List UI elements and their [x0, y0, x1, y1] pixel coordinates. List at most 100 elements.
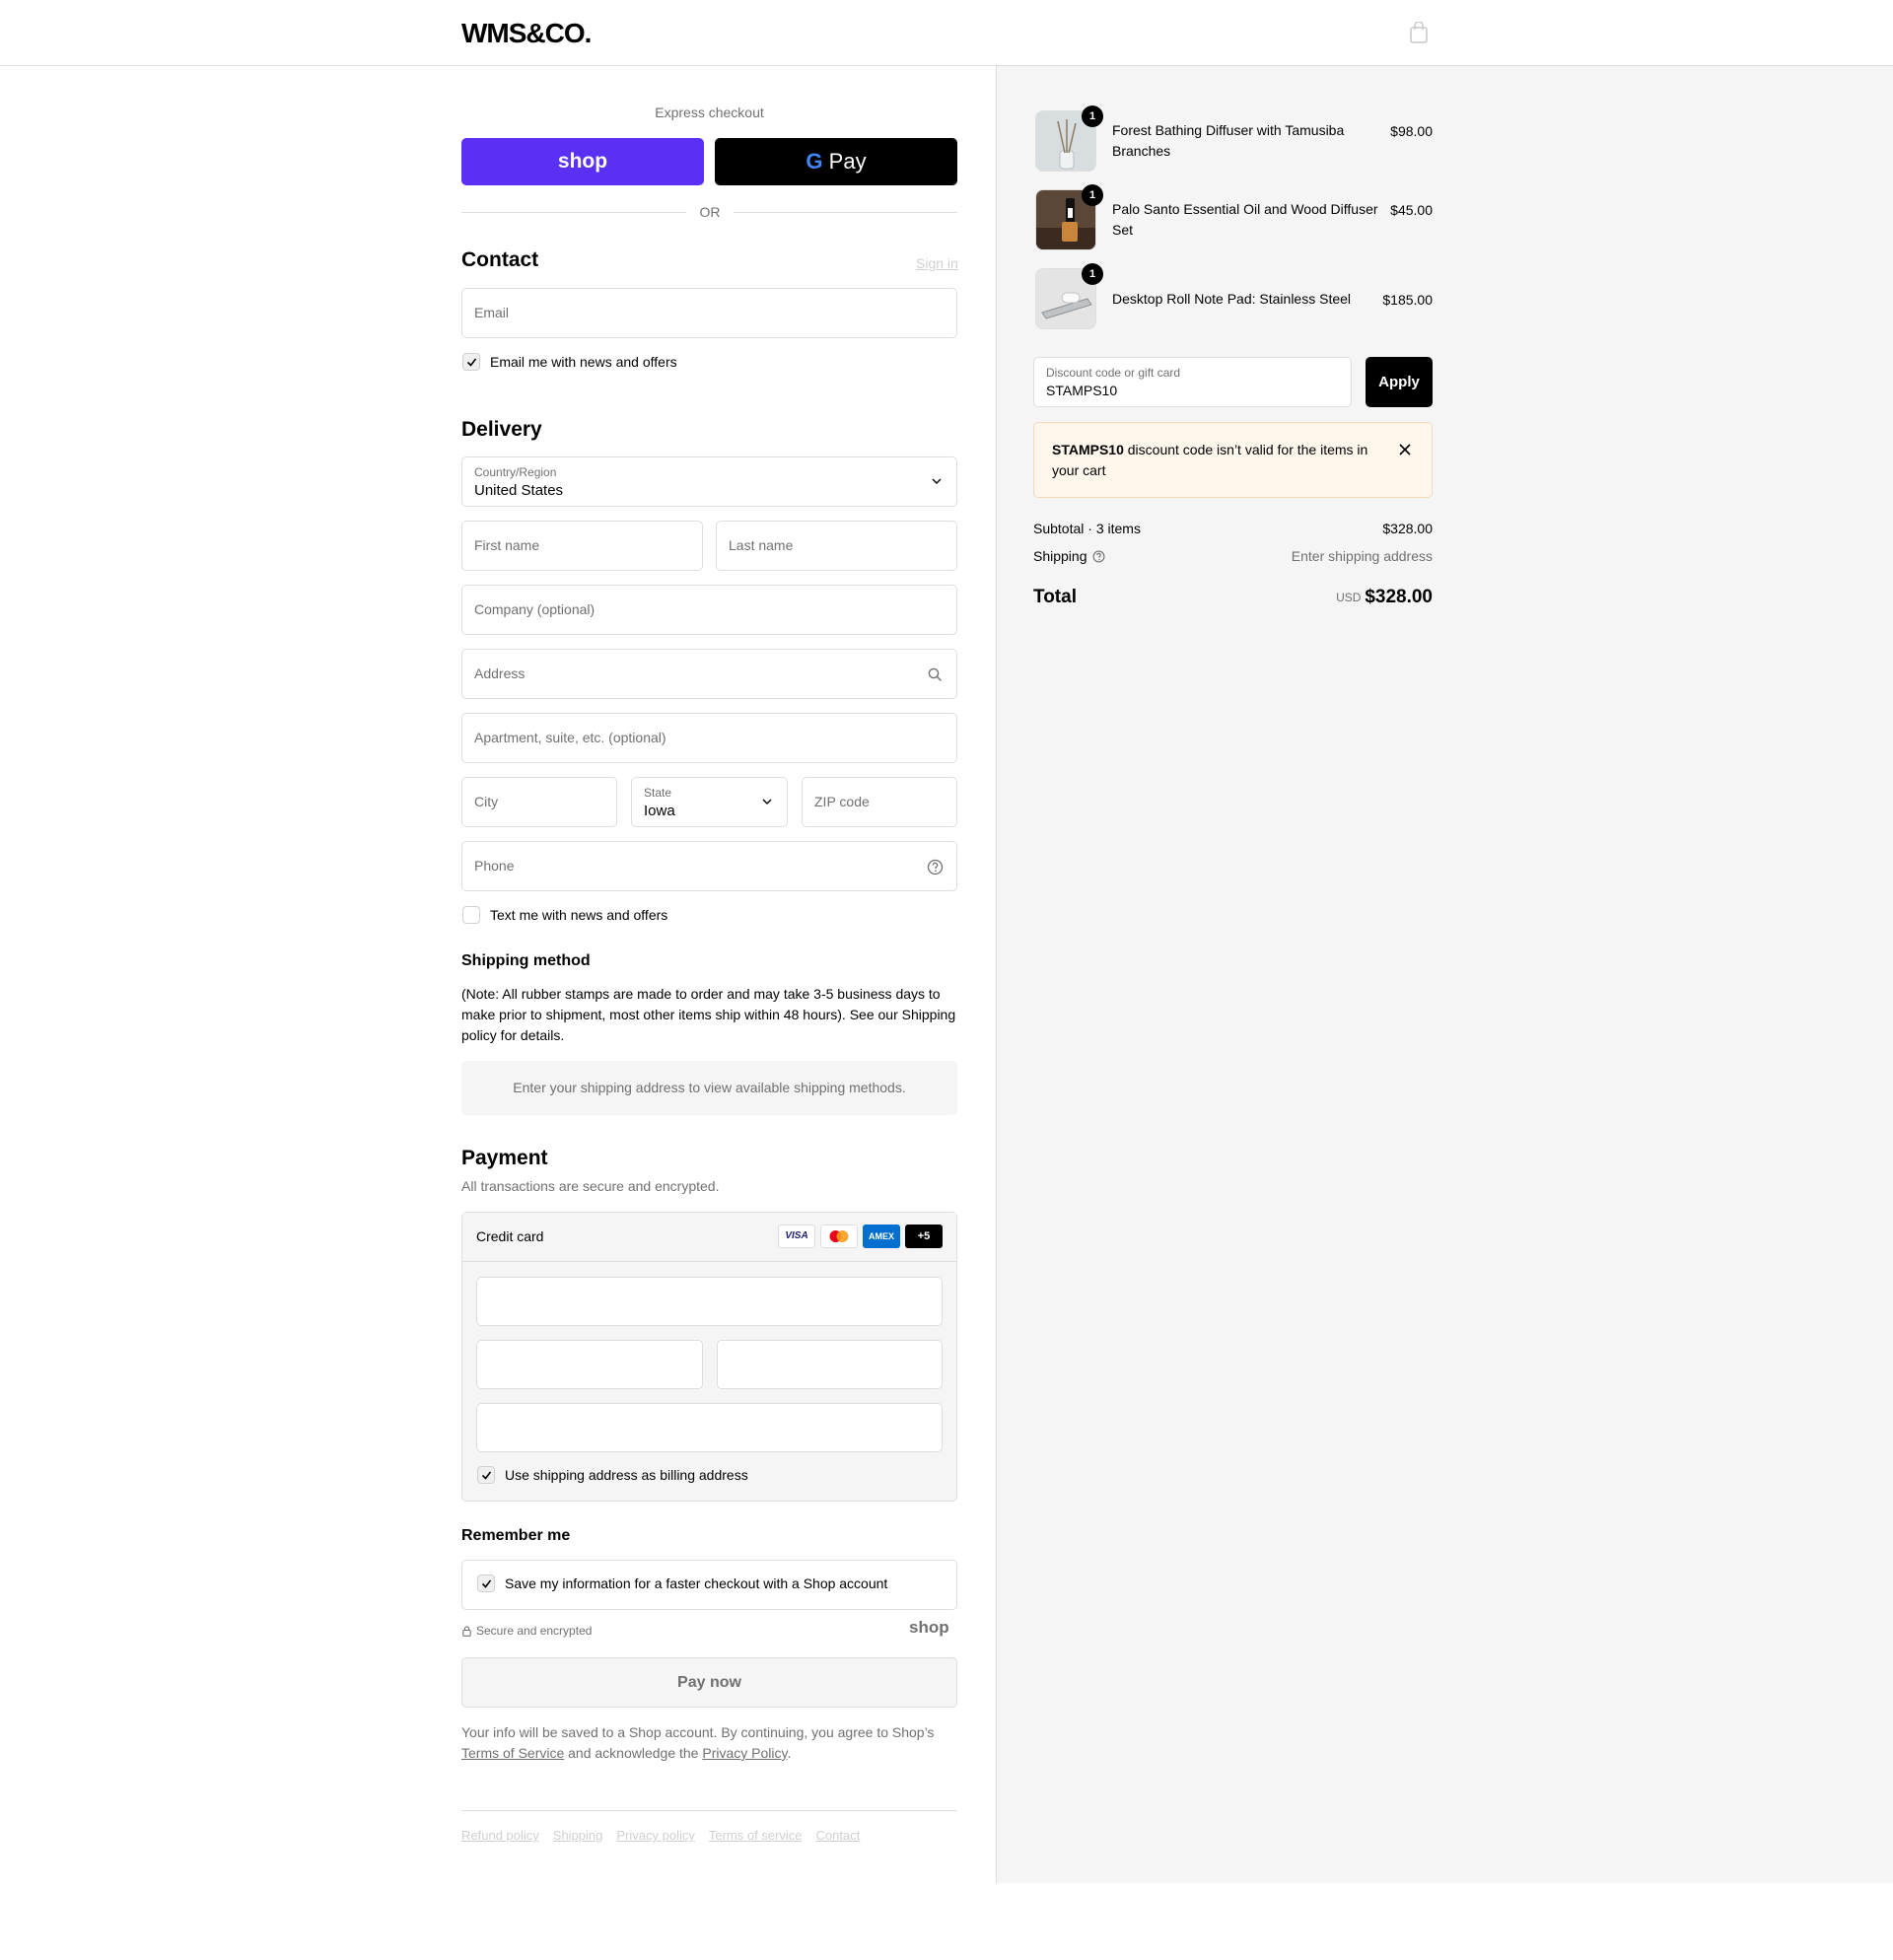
text-news-checkbox[interactable]	[462, 906, 480, 924]
zip-field[interactable]: ZIP code	[802, 777, 957, 827]
city-placeholder: City	[474, 794, 499, 809]
apply-button[interactable]: Apply	[1366, 357, 1433, 407]
email-news-label: Email me with news and offers	[490, 354, 677, 370]
google-pay-label: Pay	[828, 149, 867, 174]
cart-item-name-line: Branches	[1112, 143, 1171, 159]
credit-card-option[interactable]: Credit card VISA AMEX +5	[462, 1213, 956, 1262]
save-info-label: Save my information for a faster checkou…	[505, 1575, 888, 1591]
header: WMS&CO.	[0, 0, 1893, 66]
pay-now-button[interactable]: Pay now	[461, 1657, 957, 1708]
last-name-field[interactable]: Last name	[716, 521, 957, 571]
subtotal-label: Subtotal · 3 items	[1033, 521, 1141, 536]
legal-text-1: Your info will be saved to a Shop accoun…	[461, 1724, 935, 1740]
chevron-down-icon	[762, 799, 772, 805]
quantity-badge: 1	[1082, 105, 1103, 127]
google-pay-button[interactable]: G Pay	[715, 138, 957, 185]
city-field[interactable]: City	[461, 777, 617, 827]
discount-error-banner: STAMPS10 discount code isn’t valid for t…	[1033, 422, 1433, 498]
card-expiry-field[interactable]	[476, 1340, 703, 1389]
shipping-policy-link[interactable]: Shipping	[553, 1828, 603, 1843]
company-placeholder: Company (optional)	[474, 601, 596, 617]
shipping-value: Enter shipping address	[1291, 548, 1433, 564]
shipping-label: Shipping	[1033, 548, 1087, 564]
card-number-field[interactable]	[476, 1277, 943, 1326]
country-value: United States	[474, 482, 564, 499]
email-news-checkbox[interactable]	[462, 353, 480, 371]
country-label: Country/Region	[474, 465, 557, 479]
discount-code-value: STAMPS10	[1046, 383, 1118, 398]
credit-card-label: Credit card	[476, 1228, 544, 1244]
cart-item-name: Palo Santo Essential Oil and Wood Diffus…	[1112, 199, 1388, 241]
total-amount: USD $328.00	[1282, 587, 1433, 608]
cart-item-name-line: Set	[1112, 222, 1134, 238]
state-value: Iowa	[644, 803, 675, 819]
terms-of-service-footer-link[interactable]: Terms of service	[709, 1828, 803, 1843]
mastercard-icon	[820, 1225, 858, 1248]
legal-text-3: .	[787, 1745, 792, 1761]
google-g-icon: G	[806, 149, 823, 174]
sign-in-link[interactable]: Sign in	[916, 255, 958, 271]
error-code: STAMPS10	[1052, 442, 1124, 457]
privacy-policy-link[interactable]: Privacy Policy	[702, 1745, 787, 1761]
checkmark-icon	[481, 1579, 492, 1588]
close-icon[interactable]	[1398, 443, 1412, 456]
billing-address-label: Use shipping address as billing address	[505, 1467, 748, 1483]
footer-divider	[461, 1810, 957, 1811]
legal-text: Your info will be saved to a Shop accoun…	[461, 1722, 957, 1764]
cart-item-name-line: Desktop Roll Note Pad: Stainless Steel	[1112, 291, 1352, 307]
shopping-bag-icon[interactable]	[1410, 22, 1428, 43]
discount-error-message: STAMPS10 discount code isn’t valid for t…	[1052, 440, 1377, 481]
card-cvv-field[interactable]	[717, 1340, 943, 1389]
total-value: $328.00	[1365, 587, 1433, 607]
more-cards-badge: +5	[905, 1225, 943, 1248]
billing-address-checkbox[interactable]	[477, 1466, 495, 1484]
shipping-method-heading: Shipping method	[461, 952, 591, 969]
cart-item-name: Forest Bathing Diffuser with Tamusiba Br…	[1112, 120, 1349, 162]
first-name-placeholder: First name	[474, 537, 540, 553]
checkmark-icon	[481, 1471, 492, 1480]
address-placeholder: Address	[474, 665, 526, 681]
cart-item-name-line: Palo Santo Essential Oil and Wood Diffus…	[1112, 201, 1378, 217]
privacy-policy-footer-link[interactable]: Privacy policy	[616, 1828, 694, 1843]
apartment-placeholder: Apartment, suite, etc. (optional)	[474, 730, 666, 745]
state-select[interactable]: State Iowa	[631, 777, 788, 827]
discount-code-field[interactable]: Discount code or gift card STAMPS10	[1033, 357, 1352, 407]
email-field[interactable]: Email	[461, 288, 957, 338]
company-field[interactable]: Company (optional)	[461, 585, 957, 635]
first-name-field[interactable]: First name	[461, 521, 703, 571]
cart-item-name-line: Forest Bathing Diffuser with Tamusiba	[1112, 122, 1345, 138]
error-text-1: discount code isn’t valid for the items …	[1127, 442, 1368, 457]
help-circle-icon[interactable]	[1092, 550, 1105, 563]
order-summary-panel	[996, 66, 1893, 1883]
divider	[461, 212, 686, 213]
save-info-checkbox[interactable]	[477, 1575, 495, 1592]
subtotal-value: $328.00	[1382, 521, 1433, 536]
payment-heading: Payment	[461, 1147, 548, 1169]
or-separator: OR	[699, 204, 721, 220]
refund-policy-link[interactable]: Refund policy	[461, 1828, 539, 1843]
cart-item-price: $45.00	[1390, 202, 1433, 218]
cart-item-price: $185.00	[1382, 292, 1433, 308]
contact-link[interactable]: Contact	[816, 1828, 861, 1843]
express-checkout-label: Express checkout	[655, 105, 764, 120]
payment-subtitle: All transactions are secure and encrypte…	[461, 1178, 720, 1194]
terms-of-service-link[interactable]: Terms of Service	[461, 1745, 564, 1761]
country-select[interactable]: Country/Region United States	[461, 456, 957, 507]
card-name-field[interactable]	[476, 1403, 943, 1452]
zip-placeholder: ZIP code	[814, 794, 870, 809]
text-news-label: Text me with news and offers	[490, 907, 668, 923]
currency-code: USD	[1336, 591, 1362, 604]
cart-item-name: Desktop Roll Note Pad: Stainless Steel	[1112, 289, 1368, 310]
phone-field[interactable]: Phone	[461, 841, 957, 891]
error-text-2: your cart	[1052, 462, 1106, 478]
apartment-field[interactable]: Apartment, suite, etc. (optional)	[461, 713, 957, 763]
quantity-badge: 1	[1082, 184, 1103, 206]
total-label: Total	[1033, 587, 1077, 607]
address-field[interactable]: Address	[461, 649, 957, 699]
visa-icon: VISA	[778, 1225, 815, 1248]
store-logo[interactable]: WMS&CO.	[461, 18, 592, 49]
help-circle-icon[interactable]	[927, 859, 944, 875]
shop-pay-button[interactable]: shop	[461, 138, 704, 185]
legal-text-2: and acknowledge the	[568, 1745, 699, 1761]
shipping-methods-placeholder: Enter your shipping address to view avai…	[461, 1061, 957, 1115]
